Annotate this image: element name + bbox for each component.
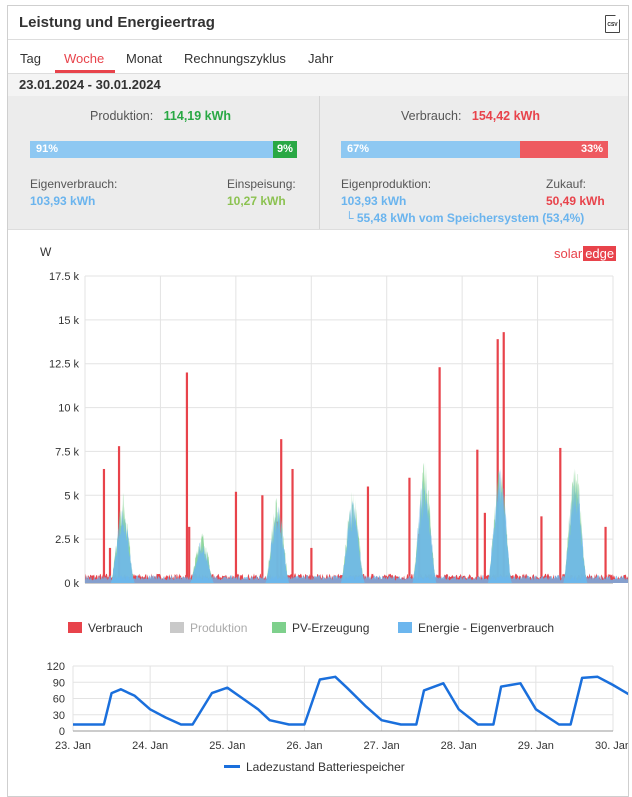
consumption-value: 154,42 kWh bbox=[471, 109, 540, 123]
power-chart: W 0 k2.5 k5 k7.5 k10 k12.5 k15 k17.5 k 2… bbox=[40, 245, 628, 590]
tab-monat[interactable]: Monat bbox=[126, 51, 162, 66]
panel-header: Leistung und Energieertrag CSV bbox=[8, 6, 628, 40]
self-consumption-value: 103,93 kWh bbox=[30, 194, 96, 208]
y-tick-label: 7.5 k bbox=[55, 446, 79, 458]
eigenverbrauch-series bbox=[110, 510, 135, 583]
date-range-text: 23.01.2024 - 30.01.2024 bbox=[19, 77, 161, 92]
verbrauch-peak bbox=[540, 516, 543, 583]
storage-note: └ 55,48 kWh vom Speichersystem (53,4%) bbox=[345, 211, 585, 225]
production-label: Produktion: 114,19 kWh bbox=[90, 109, 232, 123]
purchase-label: Zukauf: bbox=[546, 177, 587, 191]
verbrauch-peak bbox=[408, 477, 411, 583]
y-tick-label: 17.5 k bbox=[49, 271, 79, 283]
own-production-value: 103,93 kWh bbox=[341, 194, 407, 208]
tab-jahr[interactable]: Jahr bbox=[308, 51, 333, 66]
feed-in-label: Einspeisung: bbox=[227, 177, 296, 191]
y-tick-label: 10 k bbox=[58, 403, 79, 415]
own-production-label: Eigenproduktion: bbox=[341, 177, 432, 191]
y-tick-label: 15 k bbox=[58, 315, 79, 327]
verbrauch-peak bbox=[438, 367, 441, 583]
verbrauch-peak bbox=[188, 526, 191, 583]
own-production-segment: 67% bbox=[341, 141, 520, 158]
eigenverbrauch-series bbox=[563, 477, 588, 583]
legend-eigenverbrauch[interactable]: Energie - Eigenverbrauch bbox=[398, 621, 554, 635]
legend-battery[interactable]: Ladezustand Batteriespeicher bbox=[224, 760, 405, 774]
y-tick-label: 0 k bbox=[64, 578, 79, 590]
x-tick-label: 24. Jan bbox=[132, 740, 168, 752]
y-tick-label: 2.5 k bbox=[55, 534, 79, 546]
purchase-segment: 33% bbox=[520, 141, 608, 158]
verbrauch-peak bbox=[185, 372, 189, 583]
self-consumption-segment: 91% bbox=[30, 141, 273, 158]
y-tick-label: 12.5 k bbox=[49, 359, 79, 371]
y-tick-label: 30 bbox=[53, 710, 65, 722]
energy-panel: Leistung und Energieertrag CSV Tag Woche… bbox=[7, 5, 629, 797]
verbrauch-peak bbox=[559, 447, 562, 583]
verbrauch-peak bbox=[291, 468, 294, 583]
y-tick-label: 0 bbox=[59, 726, 65, 738]
verbrauch-peak bbox=[483, 512, 486, 583]
y-tick-label: 5 k bbox=[64, 490, 79, 502]
y-axis-unit: W bbox=[40, 245, 52, 259]
panel-title: Leistung und Energieertrag bbox=[19, 14, 215, 31]
legend-produktion[interactable]: Produktion bbox=[170, 621, 247, 635]
x-tick-label: 25. Jan bbox=[209, 740, 245, 752]
x-tick-label: 28. Jan bbox=[441, 740, 477, 752]
x-tick-label: 29. Jan bbox=[518, 740, 554, 752]
y-tick-label: 90 bbox=[53, 677, 65, 689]
legend-verbrauch[interactable]: Verbrauch bbox=[68, 621, 143, 635]
feed-in-value: 10,27 kWh bbox=[227, 194, 286, 208]
verbrauch-peak bbox=[234, 491, 238, 583]
x-tick-label: 26. Jan bbox=[286, 740, 322, 752]
tab-rechnungszyklus[interactable]: Rechnungszyklus bbox=[184, 51, 286, 66]
x-tick-label: 27. Jan bbox=[364, 740, 400, 752]
battery-soc-line bbox=[73, 675, 628, 726]
date-range: 23.01.2024 - 30.01.2024 bbox=[8, 74, 628, 97]
production-summary: Produktion: 114,19 kWh 91% 9% Eigenverbr… bbox=[8, 96, 319, 229]
csv-export-icon[interactable]: CSV bbox=[605, 15, 620, 33]
eigenverbrauch-series bbox=[265, 505, 290, 583]
eigenverbrauch-series bbox=[412, 478, 437, 583]
x-tick-label: 23. Jan bbox=[55, 740, 91, 752]
purchase-value: 50,49 kWh bbox=[546, 194, 605, 208]
consumption-summary: Verbrauch: 154,42 kWh 67% 33% Eigenprodu… bbox=[320, 96, 628, 229]
energy-summary: Produktion: 114,19 kWh 91% 9% Eigenverbr… bbox=[8, 96, 628, 230]
verbrauch-peak bbox=[476, 449, 479, 583]
tab-woche[interactable]: Woche bbox=[64, 51, 104, 66]
consumption-label: Verbrauch: 154,42 kWh bbox=[401, 109, 540, 123]
y-tick-label: 60 bbox=[53, 694, 65, 706]
eigenverbrauch-series bbox=[487, 468, 512, 583]
verbrauch-peak bbox=[261, 495, 264, 583]
tab-tag[interactable]: Tag bbox=[20, 51, 41, 66]
chart-area: solar edge W 0 k 2.5 k5 k 7.5 k 10 k 12.5 k 15… bbox=[8, 230, 628, 790]
active-tab-indicator bbox=[55, 70, 115, 73]
eigenverbrauch-series bbox=[189, 541, 214, 583]
feed-in-segment: 9% bbox=[273, 141, 297, 158]
verbrauch-peak bbox=[604, 526, 607, 583]
eigenverbrauch-series bbox=[340, 500, 365, 583]
x-tick-label: 30. Jan bbox=[595, 740, 628, 752]
period-tabs: Tag Woche Monat Rechnungszyklus Jahr bbox=[8, 39, 628, 74]
production-value: 114,19 kWh bbox=[163, 109, 232, 123]
legend-pv-erzeugung[interactable]: PV-Erzeugung bbox=[272, 621, 369, 635]
verbrauch-peak bbox=[102, 468, 106, 583]
verbrauch-peak bbox=[366, 486, 370, 583]
y-tick-label: 120 bbox=[47, 661, 65, 673]
consumption-bar: 67% 33% bbox=[341, 141, 608, 158]
self-consumption-label: Eigenverbrauch: bbox=[30, 177, 118, 191]
production-bar: 91% 9% bbox=[30, 141, 297, 158]
